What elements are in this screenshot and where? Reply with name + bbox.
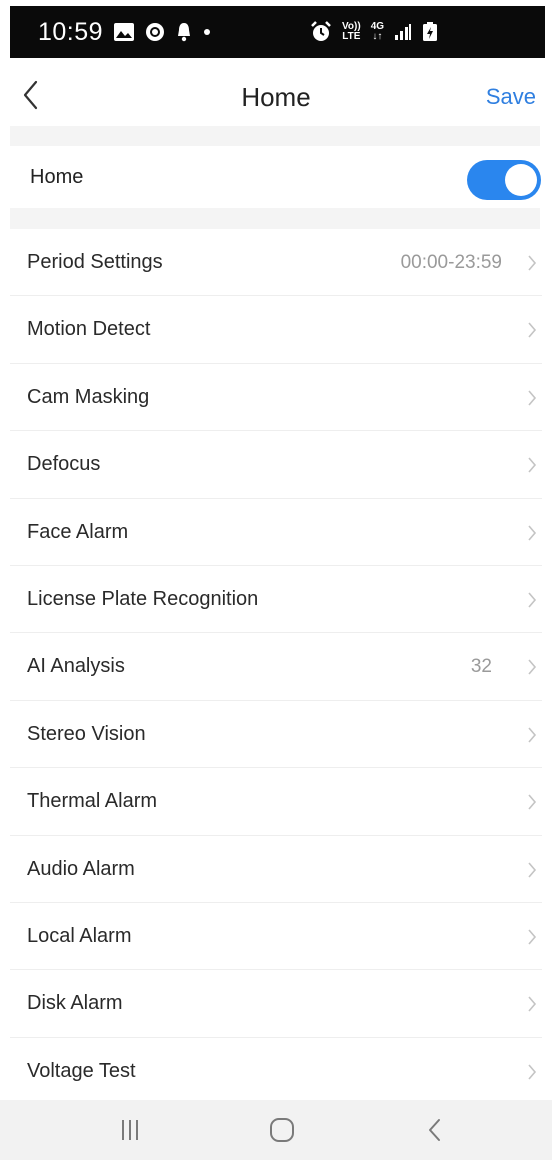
list-item-voltage-test[interactable]: Voltage Test — [10, 1038, 542, 1106]
chevron-right-icon — [526, 861, 538, 879]
section-divider — [10, 208, 540, 229]
row-label: Motion Detect — [27, 318, 151, 341]
recent-apps-icon[interactable] — [118, 1117, 142, 1148]
chevron-right-icon — [526, 726, 538, 744]
row-label: License Plate Recognition — [27, 587, 259, 610]
back-icon[interactable] — [425, 1117, 445, 1148]
row-label: Local Alarm — [27, 924, 132, 947]
home-toggle-row: Home — [0, 146, 552, 208]
signal-icon — [394, 23, 412, 41]
row-label: Voltage Test — [27, 1059, 136, 1082]
page-title: Home — [241, 82, 311, 112]
row-value: 32 — [470, 656, 492, 678]
volte-bottom-label: LTE — [342, 31, 361, 42]
notification-bell-icon — [175, 22, 193, 42]
section-divider — [10, 126, 540, 146]
row-label: Disk Alarm — [27, 992, 123, 1015]
chevron-right-icon — [526, 254, 538, 272]
dot-icon — [203, 28, 211, 36]
toggle-knob — [505, 164, 537, 196]
row-label: Stereo Vision — [27, 722, 146, 745]
row-label: Period Settings — [27, 251, 163, 273]
battery-charging-icon — [422, 22, 438, 42]
volte-icon: Vo)) LTE — [342, 22, 361, 42]
list-item-period-settings[interactable]: Period Settings 00:00-23:59 — [10, 229, 542, 297]
header: Home Save — [0, 58, 552, 134]
status-left: 10:59 — [38, 18, 211, 47]
list-item-disk-alarm[interactable]: Disk Alarm — [10, 970, 542, 1038]
4g-data-icon: 4G ↓↑ — [371, 22, 384, 42]
chevron-right-icon — [526, 456, 538, 474]
list-item-defocus[interactable]: Defocus — [10, 431, 542, 499]
list-item-ai-analysis[interactable]: AI Analysis 32 — [10, 633, 542, 701]
list-item-license-plate-recognition[interactable]: License Plate Recognition — [10, 566, 542, 634]
chevron-right-icon — [526, 389, 538, 407]
record-icon — [145, 22, 165, 42]
list-item-stereo-vision[interactable]: Stereo Vision — [10, 701, 542, 769]
status-time: 10:59 — [38, 17, 104, 46]
row-label: Audio Alarm — [27, 857, 135, 880]
chevron-right-icon — [526, 995, 538, 1013]
settings-list: Period Settings 00:00-23:59 Motion Detec… — [0, 229, 552, 1106]
status-right: Vo)) LTE 4G ↓↑ — [310, 21, 438, 43]
row-label: Cam Masking — [27, 385, 150, 408]
home-toggle-switch[interactable] — [467, 160, 541, 200]
list-item-face-alarm[interactable]: Face Alarm — [10, 499, 542, 566]
status-bar: 10:59 Vo)) LTE 4G ↓↑ — [10, 6, 545, 58]
row-label: AI Analysis — [27, 655, 125, 678]
toggle-label: Home — [30, 165, 84, 188]
home-icon[interactable] — [268, 1117, 296, 1148]
data-bottom-label: ↓↑ — [372, 31, 383, 42]
save-button[interactable]: Save — [486, 84, 536, 110]
list-item-cam-masking[interactable]: Cam Masking — [10, 364, 542, 432]
list-item-motion-detect[interactable]: Motion Detect — [10, 296, 542, 364]
list-item-local-alarm[interactable]: Local Alarm — [10, 903, 542, 971]
system-nav-bar — [0, 1100, 552, 1160]
chevron-right-icon — [526, 658, 538, 676]
alarm-icon — [310, 21, 332, 43]
chevron-right-icon — [526, 591, 538, 609]
chevron-right-icon — [526, 928, 538, 946]
row-label: Thermal Alarm — [27, 790, 158, 813]
row-value: 00:00-23:59 — [400, 252, 502, 273]
list-item-thermal-alarm[interactable]: Thermal Alarm — [10, 768, 542, 836]
gallery-icon — [113, 22, 135, 42]
chevron-right-icon — [526, 524, 538, 542]
chevron-right-icon — [526, 793, 538, 811]
chevron-right-icon — [526, 321, 538, 339]
chevron-right-icon — [526, 1063, 538, 1081]
row-label: Defocus — [27, 453, 101, 476]
row-label: Face Alarm — [27, 520, 129, 543]
list-item-audio-alarm[interactable]: Audio Alarm — [10, 836, 542, 903]
